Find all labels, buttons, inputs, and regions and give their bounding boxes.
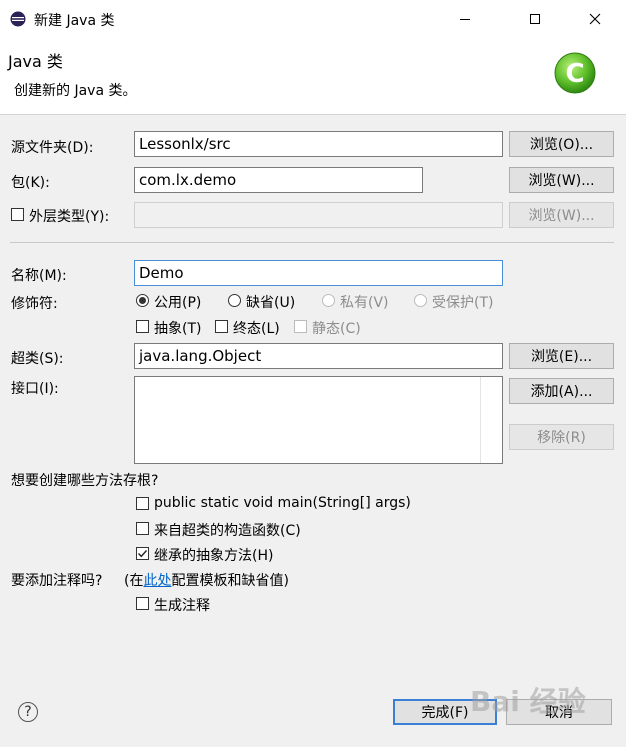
access-default-radio[interactable] xyxy=(228,294,241,307)
interfaces-scrollbar[interactable] xyxy=(480,377,502,463)
close-button[interactable] xyxy=(572,0,618,38)
close-icon xyxy=(589,13,601,25)
enclosing-type-checkbox[interactable] xyxy=(11,208,24,221)
access-public-label: 公用(P) xyxy=(154,295,202,311)
superclass-input[interactable]: java.lang.Object xyxy=(134,343,503,369)
class-name-input[interactable]: Demo xyxy=(134,260,503,286)
inherited-abstract-label: 继承的抽象方法(H) xyxy=(154,548,274,564)
generate-comments-checkbox[interactable] xyxy=(136,597,149,610)
modifiers-label: 修饰符: xyxy=(11,296,58,312)
access-public-radio[interactable] xyxy=(136,294,149,307)
main-method-checkbox[interactable] xyxy=(136,497,149,510)
browse-package-button[interactable]: 浏览(W)... xyxy=(509,167,614,193)
comments-hint-suffix: 配置模板和缺省值) xyxy=(171,573,289,589)
constructors-label: 来自超类的构造函数(C) xyxy=(154,523,301,539)
static-label: 静态(C) xyxy=(312,321,361,337)
new-class-c-icon: C xyxy=(553,51,597,95)
method-stubs-question: 想要创建哪些方法存根? xyxy=(11,473,159,489)
browse-enclosing-type-button[interactable]: 浏览(W)... xyxy=(509,202,614,228)
configure-templates-link[interactable]: 此处 xyxy=(143,573,171,589)
wizard-header xyxy=(0,38,626,115)
interfaces-label: 接口(I): xyxy=(11,381,59,397)
svg-text:C: C xyxy=(565,59,584,89)
final-checkbox[interactable] xyxy=(215,320,228,333)
abstract-checkbox[interactable] xyxy=(136,320,149,333)
minimize-button[interactable] xyxy=(442,0,488,38)
name-label: 名称(M): xyxy=(11,268,67,284)
access-protected-label: 受保护(T) xyxy=(432,295,494,311)
eclipse-app-icon xyxy=(10,11,26,27)
separator xyxy=(10,242,614,243)
access-private-radio[interactable] xyxy=(322,294,335,307)
remove-interface-button[interactable]: 移除(R) xyxy=(509,424,614,450)
browse-superclass-button[interactable]: 浏览(E)... xyxy=(509,343,614,369)
window-title: 新建 Java 类 xyxy=(34,13,115,29)
static-checkbox[interactable] xyxy=(294,320,307,333)
constructors-checkbox[interactable] xyxy=(136,522,149,535)
package-label: 包(K): xyxy=(11,175,50,191)
minimize-icon xyxy=(460,19,470,20)
maximize-button[interactable] xyxy=(512,0,558,38)
enclosing-type-input[interactable] xyxy=(134,202,503,228)
package-input[interactable]: com.lx.demo xyxy=(134,167,423,193)
comments-question: 要添加注释吗? xyxy=(11,573,103,589)
comments-hint: (在此处配置模板和缺省值) xyxy=(124,570,289,590)
add-interface-button[interactable]: 添加(A)... xyxy=(509,378,614,404)
final-label: 终态(L) xyxy=(233,321,280,337)
wizard-page-title: Java 类 xyxy=(8,52,63,71)
wizard-page-description: 创建新的 Java 类。 xyxy=(14,83,137,99)
watermark: Bai 经验 xyxy=(470,685,586,718)
interfaces-list[interactable] xyxy=(134,376,503,464)
access-private-label: 私有(V) xyxy=(340,295,389,311)
access-protected-radio[interactable] xyxy=(414,294,427,307)
enclosing-type-label: 外层类型(Y): xyxy=(29,209,110,225)
main-method-label: public static void main(String[] args) xyxy=(154,495,411,511)
checkmark-icon xyxy=(138,550,148,558)
inherited-abstract-checkbox[interactable] xyxy=(136,547,149,560)
superclass-label: 超类(S): xyxy=(11,351,64,367)
comments-hint-prefix: (在 xyxy=(124,573,144,589)
abstract-label: 抽象(T) xyxy=(154,321,202,337)
generate-comments-label: 生成注释 xyxy=(154,598,210,614)
source-folder-label: 源文件夹(D): xyxy=(11,140,94,156)
maximize-icon xyxy=(530,14,540,24)
browse-source-folder-button[interactable]: 浏览(O)... xyxy=(509,131,614,157)
help-icon[interactable]: ? xyxy=(18,702,38,722)
access-default-label: 缺省(U) xyxy=(246,295,296,311)
source-folder-input[interactable]: Lessonlx/src xyxy=(134,131,503,157)
